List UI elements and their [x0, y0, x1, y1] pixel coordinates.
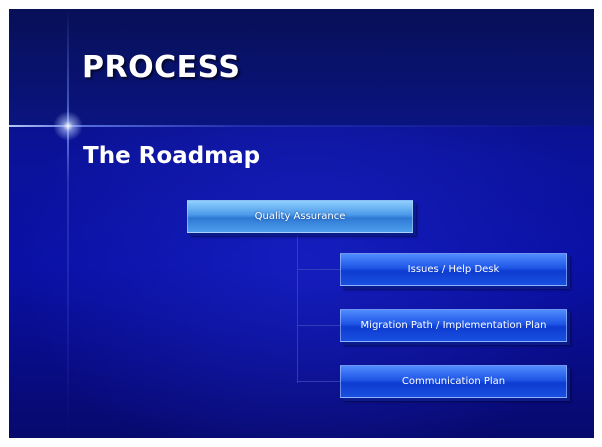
horizontal-accent-line [9, 125, 594, 127]
light-flare [53, 111, 83, 141]
slide: PROCESS The Roadmap Quality Assurance Is… [9, 9, 594, 438]
tree-connector-branch [297, 269, 341, 270]
issues-help-desk-box[interactable]: Issues / Help Desk [340, 253, 567, 286]
quality-assurance-box[interactable]: Quality Assurance [187, 200, 413, 233]
tree-connector-trunk [297, 235, 298, 383]
slide-title: PROCESS [82, 50, 241, 85]
tree-connector-branch [297, 325, 341, 326]
vertical-accent-line [67, 9, 69, 438]
migration-path-box[interactable]: Migration Path / Implementation Plan [340, 309, 567, 342]
tree-connector-branch [297, 381, 341, 382]
communication-plan-box[interactable]: Communication Plan [340, 365, 567, 398]
slide-subtitle: The Roadmap [83, 143, 261, 169]
